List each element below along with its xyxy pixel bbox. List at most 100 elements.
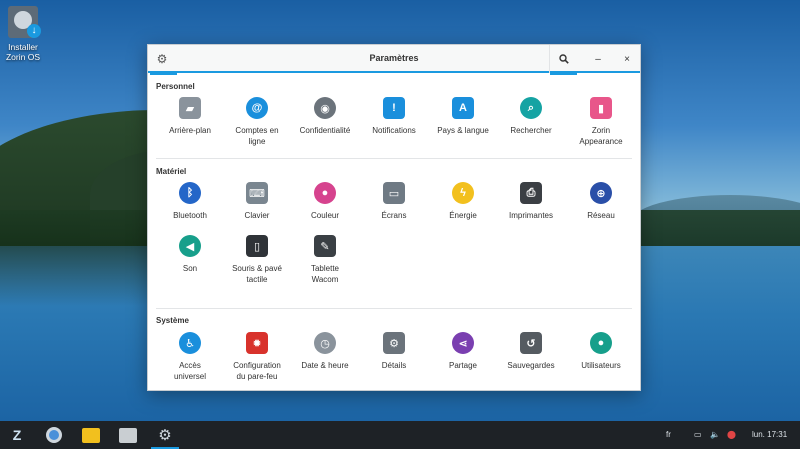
taskbar-files[interactable] — [111, 421, 145, 449]
settings-item-label: Notifications — [372, 126, 416, 135]
taskbar: Z ⚙ fr ▭ 🔈 ⬤ lun. 17:31 — [0, 421, 800, 449]
desktop-icon-label: Installer Zorin OS — [5, 42, 40, 62]
printer-icon: ⎙ — [520, 182, 542, 204]
section-divider — [156, 158, 632, 159]
settings-item-label: Pays & langue — [437, 126, 489, 135]
settings-item-label: Rechercher — [510, 126, 552, 135]
settings-item-power[interactable]: ϟ Énergie — [429, 182, 497, 221]
settings-item-label: Écrans — [381, 211, 407, 220]
zorin-menu-button[interactable]: Z — [0, 421, 34, 449]
backup-icon: ↺ — [520, 332, 542, 354]
settings-item-label: Accès universel — [173, 361, 206, 381]
desktop-icon-installer[interactable]: ↓ Installer Zorin OS — [4, 6, 42, 62]
settings-item-label: Comptes en ligne — [235, 126, 279, 146]
taskbar-settings[interactable]: ⚙ — [148, 421, 182, 449]
settings-item-label: Énergie — [449, 211, 477, 220]
color-wheel-icon: ● — [314, 182, 336, 204]
settings-item-label: Détails — [381, 361, 407, 370]
bluetooth-icon: ᛒ — [179, 182, 201, 204]
settings-item-privacy[interactable]: ◉ Confidentialité — [291, 97, 359, 136]
settings-item-firewall[interactable]: ✹ Configuration du pare-feu — [223, 332, 291, 382]
section-divider — [156, 308, 632, 309]
volume-icon[interactable]: 🔈 — [710, 430, 720, 439]
settings-item-label: Utilisateurs — [581, 361, 621, 370]
search-icon: ⌕ — [520, 97, 542, 119]
settings-item-mouse[interactable]: ▯ Souris & pavé tactile — [223, 235, 291, 285]
settings-item-keyboard[interactable]: ⌨ Clavier — [223, 182, 291, 221]
power-icon: ϟ — [452, 182, 474, 204]
mail-icon — [82, 427, 100, 443]
gear-icon: ⚙ — [383, 332, 405, 354]
section-title-systeme: Système — [156, 316, 189, 325]
wallpaper-icon: ▰ — [179, 97, 201, 119]
firewall-icon: ✹ — [246, 332, 268, 354]
section-title-materiel: Matériel — [156, 167, 187, 176]
settings-item-backup[interactable]: ↺ Sauvegardes — [497, 332, 565, 371]
settings-item-label: Clavier — [244, 211, 270, 220]
settings-item-appearance[interactable]: ▮ Zorin Appearance — [567, 97, 635, 147]
sound-icon: ◀ — [179, 235, 201, 257]
mouse-icon: ▯ — [246, 235, 268, 257]
at-icon: @ — [246, 97, 268, 119]
section-title-personnel: Personnel — [156, 82, 195, 91]
display-icon: ▭ — [383, 182, 405, 204]
settings-item-gear[interactable]: ⚙ Détails — [360, 332, 428, 371]
keyboard-layout-indicator[interactable]: fr — [666, 430, 671, 439]
settings-item-user[interactable]: ● Utilisateurs — [567, 332, 635, 371]
settings-window: ⚙ Paramètres – × Personnel ▰ Arrière-plan… — [147, 44, 641, 391]
search-button[interactable] — [549, 45, 577, 75]
share-icon: ⋖ — [452, 332, 474, 354]
settings-item-label: Partage — [448, 361, 478, 370]
files-icon — [119, 427, 137, 443]
settings-item-label: Son — [182, 264, 198, 273]
settings-item-label: Sauvegardes — [507, 361, 555, 370]
settings-item-color-wheel[interactable]: ● Couleur — [291, 182, 359, 221]
settings-item-label: Confidentialité — [299, 126, 351, 135]
settings-item-label: Bluetooth — [173, 211, 207, 220]
user-icon: ● — [590, 332, 612, 354]
accessibility-icon: ♿ — [179, 332, 201, 354]
taskbar-browser[interactable] — [37, 421, 71, 449]
appearance-icon: ▮ — [590, 97, 612, 119]
settings-item-label: Tablette Wacom — [310, 264, 340, 284]
search-icon — [558, 54, 569, 64]
settings-item-label: Configuration du pare-feu — [233, 361, 281, 381]
minimize-button[interactable]: – — [584, 45, 612, 73]
settings-item-label: Réseau — [587, 211, 615, 220]
settings-item-printer[interactable]: ⎙ Imprimantes — [497, 182, 565, 221]
settings-item-tablet[interactable]: ✎ Tablette Wacom — [291, 235, 359, 285]
clock[interactable]: lun. 17:31 — [752, 430, 787, 439]
settings-item-sound[interactable]: ◀ Son — [156, 235, 224, 274]
close-button[interactable]: × — [613, 45, 641, 73]
settings-icon: ⚙ — [158, 427, 172, 444]
settings-item-label: Imprimantes — [508, 211, 553, 220]
settings-item-label: Arrière-plan — [169, 126, 211, 135]
settings-item-bluetooth[interactable]: ᛒ Bluetooth — [156, 182, 224, 221]
titlebar: ⚙ Paramètres – × — [148, 45, 641, 75]
settings-item-label: Date & heure — [301, 361, 349, 370]
tablet-icon: ✎ — [314, 235, 336, 257]
settings-item-language[interactable]: A Pays & langue — [429, 97, 497, 136]
installer-icon: ↓ — [8, 6, 41, 38]
notification-icon: ! — [383, 97, 405, 119]
settings-item-label: Souris & pavé tactile — [232, 264, 282, 284]
clock-icon: ◷ — [314, 332, 336, 354]
settings-item-search[interactable]: ⌕ Rechercher — [497, 97, 565, 136]
settings-item-accessibility[interactable]: ♿ Accès universel — [156, 332, 224, 382]
privacy-icon: ◉ — [314, 97, 336, 119]
display-tray-icon[interactable]: ▭ — [694, 430, 702, 439]
settings-item-notification[interactable]: ! Notifications — [360, 97, 428, 136]
settings-item-display[interactable]: ▭ Écrans — [360, 182, 428, 221]
network-icon: ⊕ — [590, 182, 612, 204]
taskbar-mail[interactable] — [74, 421, 108, 449]
settings-item-clock[interactable]: ◷ Date & heure — [291, 332, 359, 371]
zorin-menu-icon: Z — [12, 427, 22, 443]
settings-item-share[interactable]: ⋖ Partage — [429, 332, 497, 371]
update-icon[interactable]: ⬤ — [727, 430, 736, 439]
settings-item-label: Zorin Appearance — [579, 126, 623, 146]
settings-item-at[interactable]: @ Comptes en ligne — [223, 97, 291, 147]
settings-item-wallpaper[interactable]: ▰ Arrière-plan — [156, 97, 224, 136]
settings-item-network[interactable]: ⊕ Réseau — [567, 182, 635, 221]
browser-icon — [46, 427, 62, 443]
language-icon: A — [452, 97, 474, 119]
